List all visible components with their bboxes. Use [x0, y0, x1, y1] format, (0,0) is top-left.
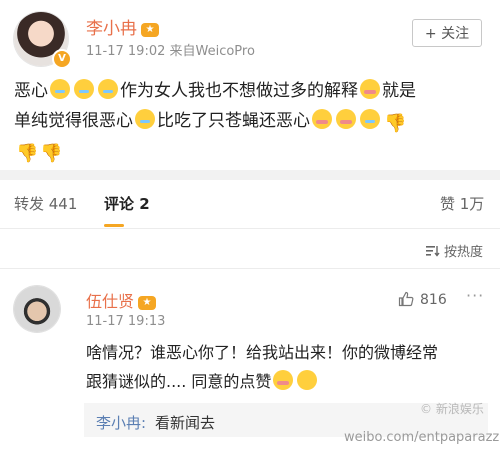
comment-text-seg: 啥情况？谁恶心你了！给我站出来！你的微博经常	[86, 343, 439, 362]
tabs-divider	[0, 228, 500, 229]
member-crown-icon: ★	[141, 23, 159, 37]
tab-likes[interactable]: 赞 1万	[440, 193, 484, 214]
post-text-seg: 作为女人我也不想做过多的解释	[120, 81, 358, 101]
crying-emoji-icon	[98, 79, 118, 99]
comment-text: 啥情况？谁恶心你了！给我站出来！你的微博经常 跟猜谜似的.... 同意的点赞	[86, 338, 446, 396]
commenter-avatar[interactable]	[14, 286, 60, 332]
watermark-url: weibo.com/entpaparazzi	[344, 430, 500, 445]
post-text-seg: 恶心	[14, 81, 48, 101]
crying-emoji-icon	[74, 79, 94, 99]
thumbs-down-icon: 👎	[40, 143, 63, 164]
tab-comments[interactable]: 评论 2	[104, 193, 150, 214]
follow-button[interactable]: + 关注	[412, 19, 482, 47]
post-meta: 11-17 19:02 来自WeicoPro	[86, 44, 255, 59]
comment-text-seg: 跟猜谜似的.... 同意的点赞	[86, 372, 272, 391]
blush-emoji-icon	[336, 109, 356, 129]
watermark-logo: © 新浪娱乐	[420, 402, 484, 416]
comment-like-button[interactable]: 816	[398, 291, 447, 308]
thumbs-down-icon: 👎	[384, 113, 407, 134]
sort-by-hot-button[interactable]: 按热度	[426, 241, 483, 260]
commenter-name[interactable]: 伍仕贤 ★	[86, 288, 157, 312]
thumbs-down-icon: 👎	[16, 143, 39, 164]
post-text-seg: 比吃了只苍蝇还恶心	[157, 111, 310, 131]
active-tab-indicator	[104, 224, 124, 227]
crying-emoji-icon	[135, 109, 155, 129]
blush-emoji-icon	[312, 109, 332, 129]
reply-author[interactable]: 李小冉:	[96, 412, 146, 433]
sort-icon	[426, 246, 440, 257]
comment-time: 11-17 19:13	[86, 314, 166, 329]
crying-emoji-icon	[360, 109, 380, 129]
watermark-logo-text: 新浪娱乐	[435, 402, 484, 416]
reply-text: 看新闻去	[155, 414, 216, 432]
thumbs-up-icon	[398, 291, 414, 307]
verified-badge-icon: V	[52, 49, 72, 69]
more-options-icon[interactable]: ···	[466, 286, 484, 305]
author-name-text: 李小冉	[86, 19, 137, 39]
sort-label: 按热度	[444, 245, 484, 260]
blush-emoji-icon	[360, 79, 380, 99]
post-text-seg: 就是	[382, 81, 416, 101]
author-name[interactable]: 李小冉 ★	[86, 14, 159, 39]
section-divider	[0, 170, 500, 180]
like-count: 816	[420, 292, 447, 308]
post-text-seg: 单纯觉得很恶心	[14, 111, 133, 131]
post-text: 恶心 作为女人我也不想做过多的解释 就是 单纯觉得很恶心 比吃了只苍蝇还恶心 👎 👎👎	[14, 76, 492, 166]
tab-reposts[interactable]: 转发 441	[14, 193, 77, 214]
tongue-emoji-icon	[297, 370, 318, 390]
crying-emoji-icon	[50, 79, 70, 99]
kiss-emoji-icon	[273, 370, 294, 390]
commenter-name-text: 伍仕贤	[86, 292, 135, 311]
member-crown-icon: ★	[138, 296, 157, 310]
list-divider	[0, 268, 500, 269]
